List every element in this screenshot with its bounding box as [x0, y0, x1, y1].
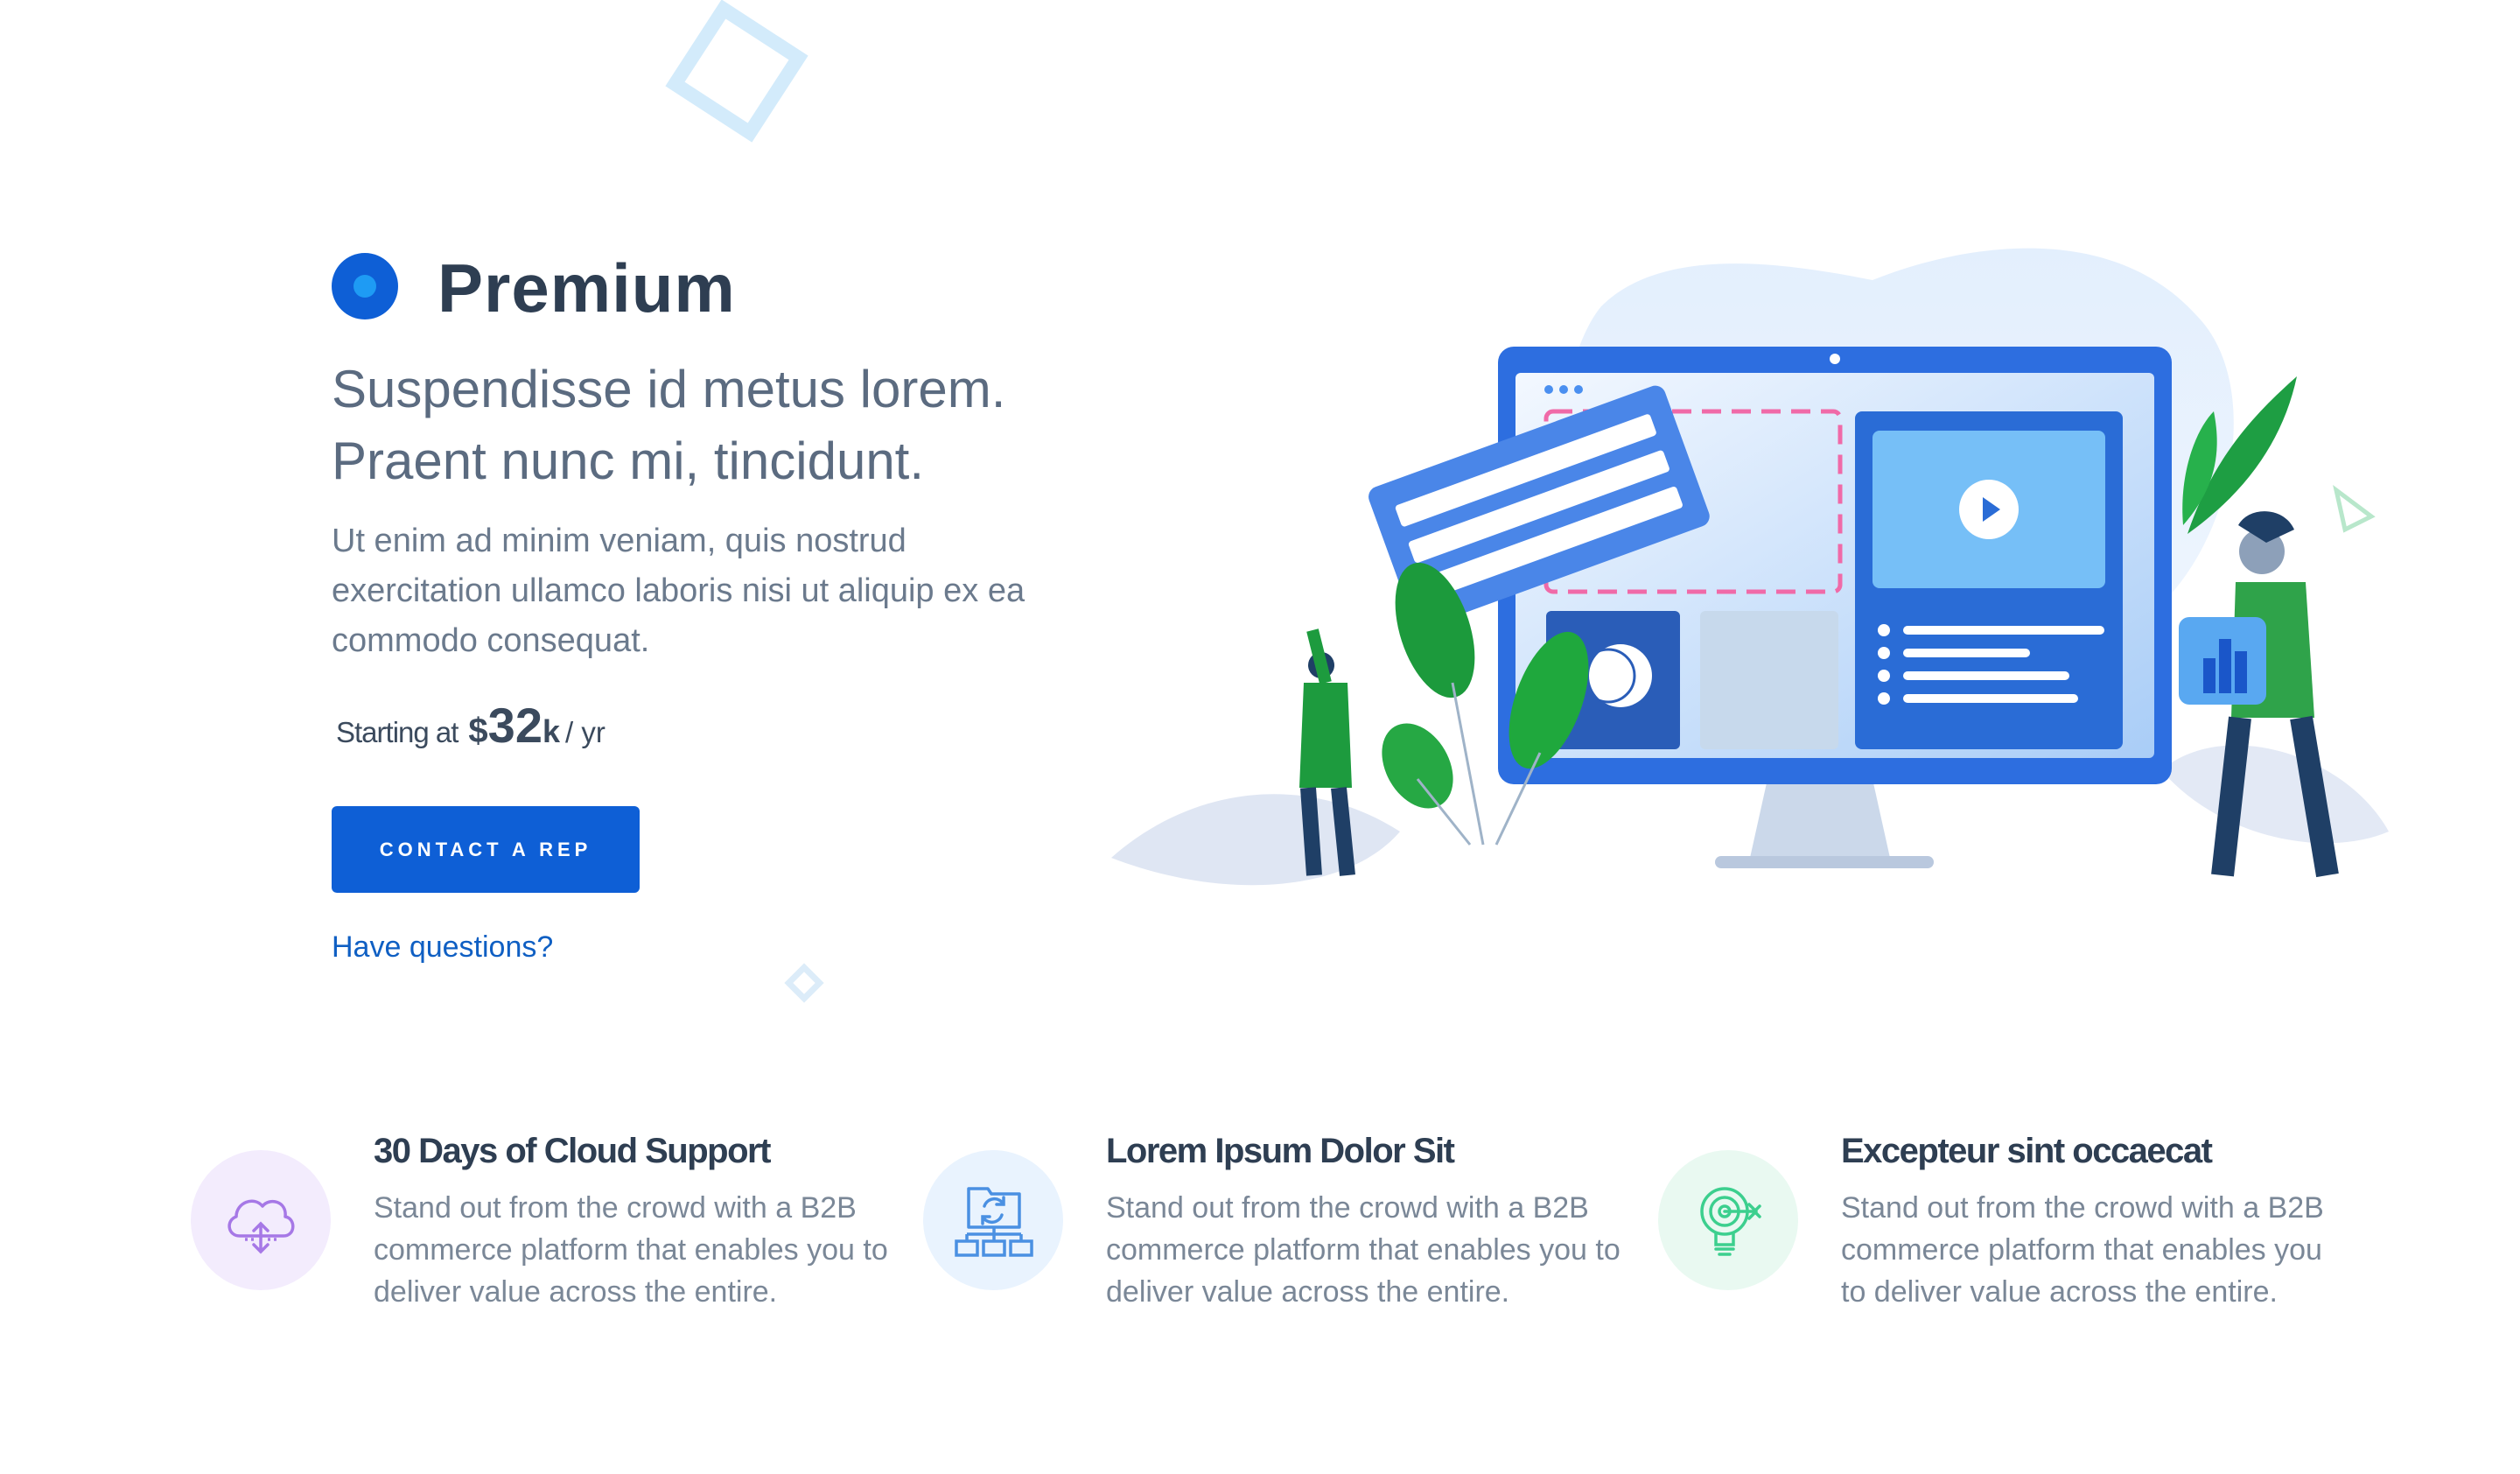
network-sync-icon	[955, 1187, 1033, 1257]
feature-lorem-ipsum: Lorem Ipsum Dolor Sit Stand out from the…	[923, 1129, 1620, 1339]
price-line: Starting at $32k / yr	[336, 697, 606, 754]
feature-title: Excepteur sint occaecat	[1841, 1132, 2213, 1170]
plan-indicator-icon	[332, 253, 398, 319]
monitor-base	[1715, 856, 1934, 868]
feature-description: Stand out from the crowd with a B2B comm…	[1841, 1191, 2324, 1309]
triangle-deco	[2333, 484, 2376, 533]
hero-description: Ut enim ad minim veniam, quis nostrud ex…	[332, 523, 1026, 659]
feature-title: Lorem Ipsum Dolor Sit	[1106, 1132, 1455, 1170]
headline-line-2: Praent nunc mi, tincidunt.	[332, 432, 925, 490]
decorative-square	[665, 0, 808, 143]
have-questions-link[interactable]: Have questions?	[332, 930, 553, 965]
feature-description: Stand out from the crowd with a B2B comm…	[374, 1191, 888, 1309]
price-currency: $	[468, 712, 488, 750]
headline-line-1: Suspendisse id metus lorem.	[332, 360, 1006, 418]
feature-icon-circle	[191, 1150, 331, 1290]
hero-headline: Suspendisse id metus lorem. Praent nunc …	[332, 354, 1119, 497]
feature-description: Stand out from the crowd with a B2B comm…	[1106, 1191, 1620, 1309]
plan-title: Premium	[438, 249, 736, 326]
ground-swoosh-right	[2161, 745, 2389, 844]
feature-icon-circle	[923, 1150, 1063, 1290]
target-lightbulb-icon	[1700, 1187, 1761, 1256]
contact-rep-button[interactable]: CONTACT A REP	[332, 806, 640, 893]
ground-swoosh-left	[1111, 794, 1400, 886]
price-prefix: Starting at	[336, 716, 458, 748]
hero-illustration	[1111, 248, 2389, 886]
cloud-sync-icon	[228, 1199, 295, 1254]
feature-icon-circle	[1658, 1150, 1798, 1290]
price-period: / yr	[565, 716, 606, 748]
monitor-stand	[1750, 779, 1890, 858]
price-amount: 32	[487, 698, 542, 753]
feature-title: 30 Days of Cloud Support	[374, 1132, 771, 1170]
decorative-square-small	[784, 963, 824, 1003]
feature-excepteur: Excepteur sint occaecat Stand out from t…	[1658, 1129, 2341, 1339]
feature-cloud-support: 30 Days of Cloud Support Stand out from …	[191, 1129, 888, 1339]
price-unit: k	[542, 713, 560, 749]
